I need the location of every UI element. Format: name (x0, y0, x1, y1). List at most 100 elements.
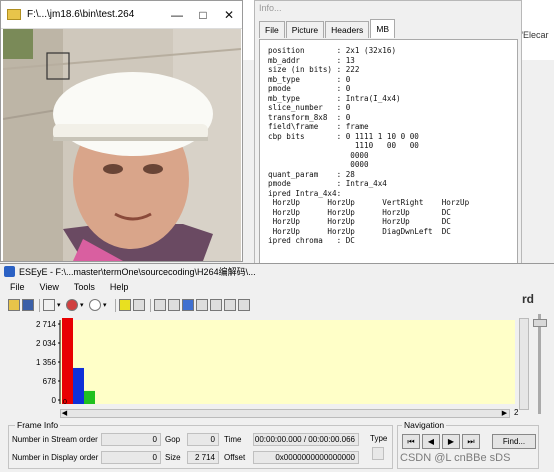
save-icon[interactable] (22, 299, 34, 311)
background-window-snippet: “Elecar (520, 30, 549, 40)
chart-vertical-scrollbar[interactable] (519, 318, 529, 410)
menu-view[interactable]: View (30, 280, 64, 294)
navigation-legend: Navigation (402, 420, 447, 430)
mb-info-line: HorzUp HorzUp DiagDwnLeft DC (268, 226, 451, 236)
chart-bar[interactable] (62, 318, 73, 404)
find-button[interactable]: Find... (492, 434, 536, 449)
watermark: CSDN @L cnBBe sDS (400, 452, 511, 464)
stream-view-icon[interactable] (119, 299, 131, 311)
gop-label: Gop (165, 435, 181, 444)
zoom-icon[interactable] (89, 299, 101, 311)
first-frame-button[interactable]: ⏮ (402, 434, 420, 449)
color-icon[interactable] (66, 299, 78, 311)
zoom-slider-thumb[interactable] (533, 319, 547, 327)
matrix-icon[interactable] (224, 299, 236, 311)
y-tick-label: 678 (43, 377, 57, 386)
eseye-title: ESEyE - F:\...master\termOne\sourcecodin… (19, 267, 256, 277)
mb-info-line: HorzUp HorzUp HorzUp DC (268, 207, 451, 217)
time-value: 00:00:00.000 / 00:00:00.066 (253, 433, 359, 446)
y-tick-label: 0 (52, 396, 57, 405)
tiles-icon[interactable] (238, 299, 250, 311)
type-label: Type (370, 434, 388, 443)
mb-info-line: HorzUp HorzUp VertRight HorzUp (268, 198, 470, 207)
size-value: 2 714 (187, 451, 219, 464)
scroll-right-icon[interactable]: ▶ (500, 409, 509, 417)
mb-info-line: pmode : 0 (268, 84, 351, 93)
mb-info-line: quant_param : 28 (268, 169, 355, 179)
open-icon[interactable] (8, 299, 20, 311)
video-window: F:\...\jm18.6\bin\test.264 — □ ✕ (0, 0, 243, 262)
mb-info-line: position : 2x1 (32x16) (268, 46, 397, 55)
bars-icon[interactable] (210, 299, 222, 311)
menu-tools[interactable]: Tools (64, 280, 100, 294)
video-frame[interactable] (3, 29, 241, 261)
gop-value: 0 (187, 433, 219, 446)
display-order-value: 0 (101, 451, 161, 464)
scroll-left-icon[interactable]: ◀ (60, 409, 69, 417)
chevron-down-icon[interactable]: ▾ (57, 301, 63, 309)
video-window-title: F:\...\jm18.6\bin\test.264 (27, 9, 135, 20)
maximize-button[interactable]: □ (190, 8, 216, 22)
mb-info-line: size (in bits) : 222 (268, 65, 360, 74)
frame-size-chart[interactable]: 2 714 2 034 1 356 678 0 0 (12, 318, 517, 408)
frame-info-legend: Frame Info (15, 420, 61, 430)
mb-info-line: transform_8x8 : 0 (268, 112, 351, 122)
chart-bar[interactable] (73, 367, 84, 404)
y-tick-label: 2 034 (36, 339, 57, 348)
close-button[interactable]: ✕ (216, 8, 242, 22)
tab-picture[interactable]: Picture (285, 21, 325, 38)
chart-icon[interactable] (43, 299, 55, 311)
chart-bar[interactable] (84, 390, 95, 404)
folder-icon (6, 8, 22, 22)
mb-info-line: slice_number : 0 (268, 103, 351, 112)
chevron-down-icon[interactable]: ▾ (103, 301, 109, 309)
eseye-window: ESEyE - F:\...master\termOne\sourcecodin… (0, 263, 554, 472)
next-frame-button[interactable]: ▶ (442, 434, 460, 449)
menu-bar: File View Tools Help (0, 280, 133, 294)
offset-label: Offset (224, 453, 246, 462)
type-value (372, 447, 384, 460)
zoom-slider-track (538, 314, 541, 414)
tab-mb[interactable]: MB (370, 19, 396, 38)
stream-order-label: Number in Stream order (12, 435, 98, 444)
mb-info-line: cbp bits : 0 1111 1 10 0 00 (268, 131, 419, 141)
chart-svg: 2 714 2 034 1 356 678 0 0 (36, 318, 515, 406)
time-label: Time (224, 435, 242, 444)
toolbar-separator (115, 298, 116, 312)
tab-headers[interactable]: Headers (325, 21, 370, 38)
offset-value: 0x0000000000000000 (253, 451, 359, 464)
stream-order-value: 0 (101, 433, 161, 446)
frame-info-group: Frame Info Number in Stream order 0 Numb… (8, 420, 393, 469)
bar-chart-icon[interactable] (182, 299, 194, 311)
last-frame-button[interactable]: ⏭ (462, 434, 480, 449)
menu-help[interactable]: Help (100, 280, 134, 294)
chart-horizontal-scrollbar[interactable] (60, 409, 510, 418)
prev-frame-button[interactable]: ◀ (422, 434, 440, 449)
display-order-label: Number in Display order (12, 453, 99, 462)
mb-info-line: pmode : Intra_4x4 (268, 179, 387, 188)
mb-info-text: position : 2x1 (32x16) mb_addr : 13 size (… (268, 46, 469, 246)
toolbar-separator (150, 298, 151, 312)
macroblock-icon[interactable] (168, 299, 180, 311)
video-window-titlebar[interactable]: F:\...\jm18.6\bin\test.264 — □ ✕ (1, 1, 242, 29)
mb-info-line: ipred Intra_4x4: (268, 188, 342, 198)
menu-file[interactable]: File (0, 280, 30, 294)
list-icon[interactable] (133, 299, 145, 311)
tab-file[interactable]: File (259, 21, 285, 38)
mb-info-line: mb_type : 0 (268, 74, 351, 84)
x-axis-min-label: 0 (63, 399, 67, 406)
video-frame-image (3, 29, 241, 261)
chart-plot-background (60, 320, 515, 404)
toolbar: ▾ ▾ ▾ (8, 297, 252, 313)
minimize-button[interactable]: — (164, 8, 190, 22)
chevron-down-icon[interactable]: ▾ (80, 301, 86, 309)
info-window-title: Info... (259, 3, 282, 13)
mb-info-line: field\frame : frame (268, 122, 369, 131)
toolbar-separator (39, 298, 40, 312)
y-tick-label: 1 356 (36, 358, 57, 367)
eseye-titlebar[interactable]: ESEyE - F:\...master\termOne\sourcecodin… (0, 264, 554, 279)
grid-icon[interactable] (154, 299, 166, 311)
mb-info-panel: position : 2x1 (32x16) mb_addr : 13 size (… (259, 39, 518, 289)
size-label: Size (165, 453, 181, 462)
table-icon[interactable] (196, 299, 208, 311)
